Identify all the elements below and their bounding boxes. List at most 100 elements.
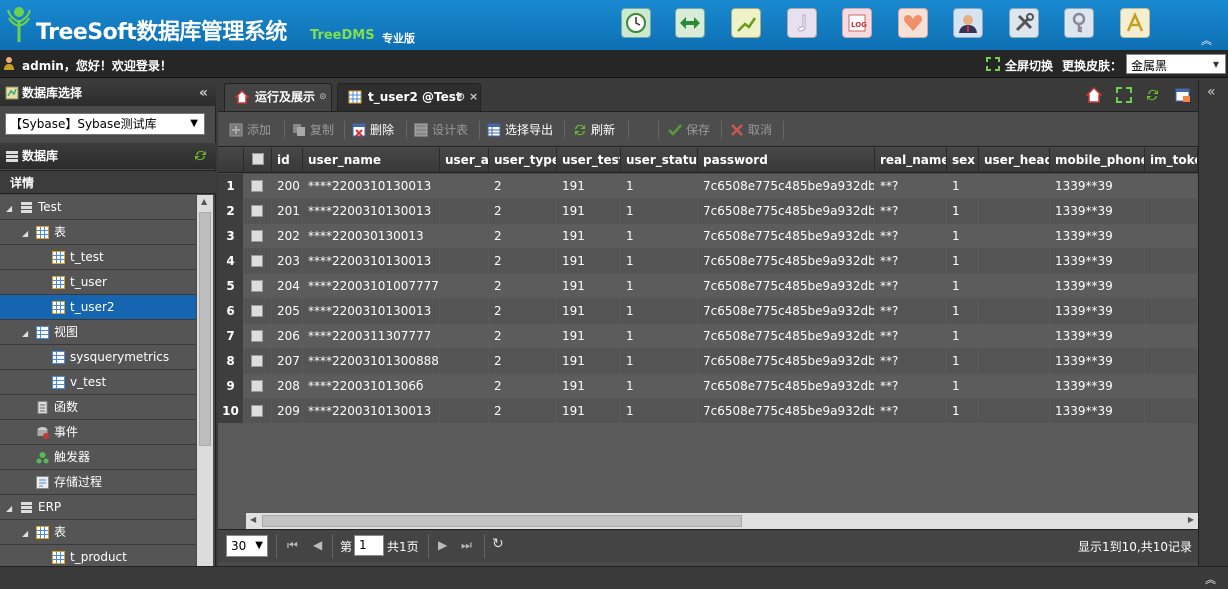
cell-sex[interactable]: 1 <box>947 349 979 374</box>
row-checkbox[interactable] <box>251 305 263 317</box>
cell-user-head[interactable] <box>979 349 1050 374</box>
cell-password[interactable]: 7c6508e775c485be9a932db0 <box>698 274 875 299</box>
key-icon[interactable] <box>1064 8 1094 38</box>
cell-user-name[interactable]: ****2200310130013 <box>303 174 440 199</box>
cell-id[interactable]: 209 <box>272 399 303 424</box>
cell-user-a[interactable] <box>440 274 489 299</box>
cell-user-a[interactable] <box>440 174 489 199</box>
table-row[interactable]: 10 209 ****2200310130013 2 191 1 7c6508e775c48… <box>218 399 1198 424</box>
cell-user-status[interactable]: 1 <box>621 174 698 199</box>
cell-user-status[interactable]: 1 <box>621 399 698 424</box>
cell-user-type[interactable]: 2 <box>489 174 557 199</box>
delete-button[interactable]: 删除 <box>352 122 394 138</box>
cell-sex[interactable]: 1 <box>947 324 979 349</box>
tree-item-table[interactable]: t_user2 <box>0 295 196 320</box>
row-checkbox[interactable] <box>251 230 263 242</box>
cell-user-name[interactable]: ****2200310130013 <box>303 199 440 224</box>
fullscreen-button[interactable]: 全屏切换 <box>1005 57 1053 74</box>
column-header-id[interactable]: id <box>272 148 303 173</box>
cell-user-name[interactable]: ****2200311307777 <box>303 324 440 349</box>
cell-user-type[interactable]: 2 <box>489 199 557 224</box>
cell-mobile-phone[interactable]: 1339**39 <box>1050 199 1145 224</box>
cell-user-name[interactable]: ****22003101007777 <box>303 274 440 299</box>
cell-id[interactable]: 207 <box>272 349 303 374</box>
cell-mobile-phone[interactable]: 1339**39 <box>1050 224 1145 249</box>
column-header-user-a[interactable]: user_a <box>440 148 489 173</box>
column-header-user-test[interactable]: user_test <box>557 148 621 173</box>
cell-user-a[interactable] <box>440 349 489 374</box>
column-header-user-status[interactable]: user_status <box>621 148 698 173</box>
cell-password[interactable]: 7c6508e775c485be9a932db0 <box>698 399 875 424</box>
cell-password[interactable]: 7c6508e775c485be9a932db0 <box>698 174 875 199</box>
add-button[interactable]: 添加 <box>229 122 271 138</box>
cell-real-name[interactable]: **? <box>875 274 947 299</box>
cell-im-token[interactable] <box>1145 174 1198 199</box>
cell-im-token[interactable] <box>1145 199 1198 224</box>
cell-im-token[interactable] <box>1145 274 1198 299</box>
cell-user-name[interactable]: ****2200310130013 <box>303 299 440 324</box>
cell-password[interactable]: 7c6508e775c485be9a932db0 <box>698 224 875 249</box>
expand-toggle-icon[interactable]: ◢ <box>22 221 28 246</box>
tree-item-view[interactable]: sysquerymetrics <box>0 345 196 370</box>
cell-user-name[interactable]: ****220031013008888 <box>303 349 440 374</box>
expand-toggle-icon[interactable]: ◢ <box>22 521 28 546</box>
cell-mobile-phone[interactable]: 1339**39 <box>1050 274 1145 299</box>
row-checkbox[interactable] <box>251 330 263 342</box>
cell-real-name[interactable]: **? <box>875 299 947 324</box>
table-row[interactable]: 9 208 ****22003101306б 2 191 1 7c6508e775c485b… <box>218 374 1198 399</box>
details-label[interactable]: 详情 <box>0 170 216 194</box>
row-checkbox[interactable] <box>251 405 263 417</box>
select-all-checkbox[interactable] <box>252 153 264 165</box>
cell-sex[interactable]: 1 <box>947 249 979 274</box>
prev-page-icon[interactable]: ◀ <box>313 538 322 552</box>
column-header-user-type[interactable]: user_type <box>489 148 557 173</box>
tree-item-table[interactable]: t_test <box>0 245 196 270</box>
cell-user-type[interactable]: 2 <box>489 324 557 349</box>
cell-mobile-phone[interactable]: 1339**39 <box>1050 374 1145 399</box>
cell-user-status[interactable]: 1 <box>621 249 698 274</box>
cell-user-head[interactable] <box>979 324 1050 349</box>
tree-item-folder-table[interactable]: ◢ 表 <box>0 220 196 245</box>
cell-real-name[interactable]: **? <box>875 199 947 224</box>
cell-user-type[interactable]: 2 <box>489 374 557 399</box>
cell-user-test[interactable]: 191 <box>557 199 621 224</box>
tab-close-icon[interactable]: ⊙ × <box>456 84 478 110</box>
home-icon[interactable] <box>1086 87 1102 103</box>
cell-user-test[interactable]: 191 <box>557 299 621 324</box>
column-header-real-name[interactable]: real_name <box>875 148 947 173</box>
copy-button[interactable]: 复制 <box>292 122 334 138</box>
row-checkbox[interactable] <box>251 205 263 217</box>
cell-user-test[interactable]: 191 <box>557 274 621 299</box>
footer-collapse-icon[interactable]: ︽ <box>1205 571 1216 587</box>
cell-user-type[interactable]: 2 <box>489 349 557 374</box>
clock-icon[interactable] <box>621 8 651 38</box>
cell-user-status[interactable]: 1 <box>621 374 698 399</box>
table-row[interactable]: 7 206 ****2200311307777 2 191 1 7c6508e775c485… <box>218 324 1198 349</box>
music-icon[interactable] <box>787 8 817 38</box>
page-size-select[interactable]: 30 ▼ <box>226 535 268 557</box>
column-header-sex[interactable]: sex <box>947 148 979 173</box>
cell-user-name[interactable]: ****22003101306б <box>303 374 440 399</box>
user-icon[interactable] <box>953 8 983 38</box>
cell-user-type[interactable]: 2 <box>489 299 557 324</box>
cell-user-status[interactable]: 1 <box>621 274 698 299</box>
cell-user-name[interactable]: ****2200310130013 <box>303 399 440 424</box>
cell-user-head[interactable] <box>979 224 1050 249</box>
cell-mobile-phone[interactable]: 1339**39 <box>1050 249 1145 274</box>
cell-user-a[interactable] <box>440 249 489 274</box>
cell-mobile-phone[interactable]: 1339**39 <box>1050 299 1145 324</box>
cell-real-name[interactable]: **? <box>875 399 947 424</box>
refresh-icon[interactable] <box>193 148 208 163</box>
cell-mobile-phone[interactable]: 1339**39 <box>1050 399 1145 424</box>
cell-user-a[interactable] <box>440 324 489 349</box>
cell-im-token[interactable] <box>1145 374 1198 399</box>
cell-sex[interactable]: 1 <box>947 374 979 399</box>
cell-password[interactable]: 7c6508e775c485be9a932db0 <box>698 324 875 349</box>
cell-id[interactable]: 205 <box>272 299 303 324</box>
column-header-password[interactable]: password <box>698 148 875 173</box>
cell-user-type[interactable]: 2 <box>489 249 557 274</box>
scroll-right-icon[interactable]: ▶ <box>1188 515 1194 524</box>
column-header-im-token[interactable]: im_token <box>1145 148 1198 173</box>
cell-im-token[interactable] <box>1145 224 1198 249</box>
cancel-button[interactable]: 取消 <box>730 122 772 138</box>
